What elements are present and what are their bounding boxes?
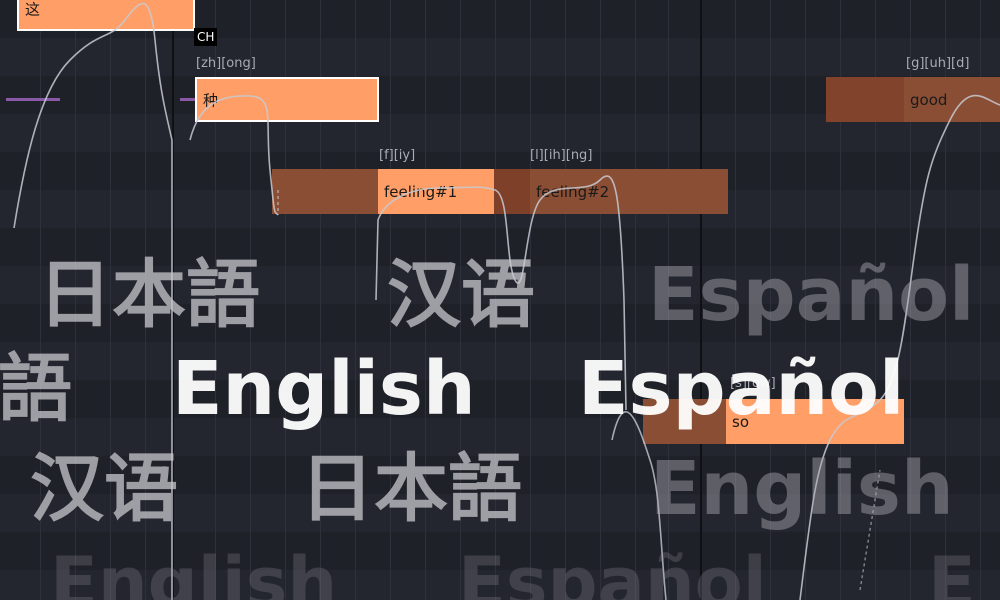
overlay-word: Español — [648, 252, 975, 338]
grid-line — [565, 0, 566, 600]
overlay-word: Español — [578, 346, 905, 432]
note-lyric: feeling#1 — [384, 182, 458, 201]
note-block[interactable]: 这 — [17, 0, 195, 31]
overlay-word: 汉语 — [387, 252, 535, 338]
note-block[interactable]: feeling#1 — [378, 169, 494, 214]
overlay-word: English — [50, 542, 338, 600]
phoneme-label: [zh][ong] — [196, 56, 256, 71]
note-overlap — [494, 169, 530, 214]
note-lyric: 这 — [25, 0, 41, 18]
phoneme-label: [g][uh][d] — [906, 56, 970, 71]
overlay-word: 日本語 — [300, 446, 522, 532]
note-overlap — [826, 77, 904, 122]
language-tag: CH — [194, 28, 218, 46]
overlay-word: 日本語 — [38, 252, 260, 338]
note-block[interactable]: feeling#2 — [494, 169, 728, 214]
grid-line — [635, 0, 636, 600]
note-lyric: good — [910, 90, 948, 109]
pitch-marker — [6, 98, 60, 101]
overlay-word: English — [650, 446, 954, 532]
note-lyric: 种 — [203, 91, 219, 109]
note-block[interactable]: 种 — [195, 77, 379, 122]
overlay-word: 語 — [0, 346, 72, 432]
note-lyric: feeling#2 — [536, 182, 610, 201]
grid-line — [600, 0, 601, 600]
piano-roll-editor[interactable]: 这 CH [zh][ong] 种 [f][iy] feeling#1 [l][i… — [0, 0, 1000, 600]
overlay-word: Español — [458, 542, 767, 600]
phoneme-label: [l][ih][ng] — [530, 148, 593, 163]
note-overlap-region — [272, 169, 380, 214]
overlay-word: 汉语 — [30, 446, 178, 532]
phoneme-label: [f][iy] — [379, 148, 416, 163]
note-block[interactable]: good — [826, 77, 1000, 122]
overlay-word: English — [172, 346, 476, 432]
overlay-word: E — [928, 542, 976, 600]
